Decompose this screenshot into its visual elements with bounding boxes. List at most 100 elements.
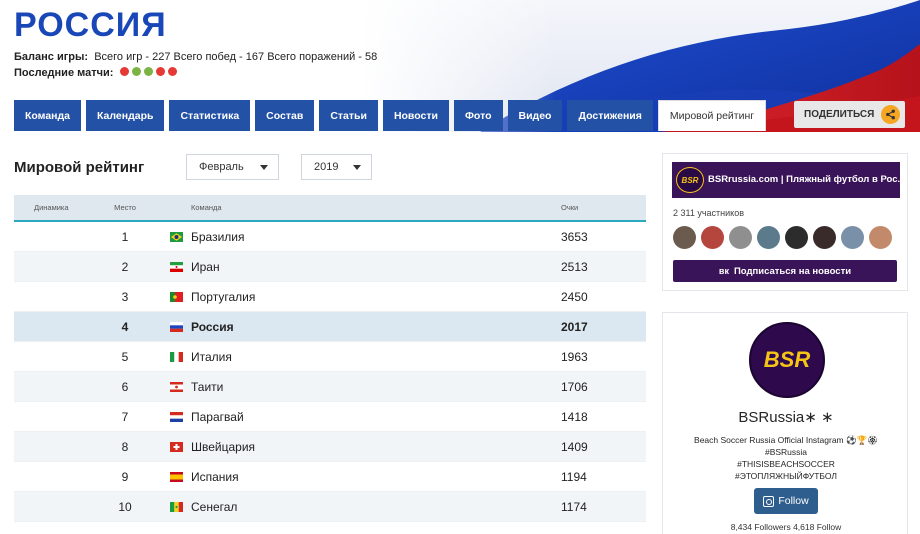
row-points: 2513 <box>561 259 588 274</box>
tab-6[interactable]: Фото <box>453 100 503 131</box>
row-points: 1706 <box>561 379 588 394</box>
row-team[interactable]: Бразилия <box>191 230 561 244</box>
bsr-logo[interactable]: BSR <box>749 322 825 398</box>
instagram-follow-button[interactable]: Follow <box>754 488 818 514</box>
month-select[interactable]: Февраль <box>186 154 279 180</box>
row-place: 7 <box>121 409 129 424</box>
row-team[interactable]: Россия <box>191 320 561 334</box>
avatar[interactable] <box>813 226 836 249</box>
row-team[interactable]: Парагвай <box>191 410 561 424</box>
tab-9[interactable]: Мировой рейтинг <box>657 100 767 131</box>
tab-0[interactable]: Команда <box>14 100 81 131</box>
tab-8[interactable]: Достижения <box>567 100 653 131</box>
team-header: РОССИЯ Баланс игры: Всего игр - 227 Всег… <box>0 0 920 132</box>
table-row[interactable]: 9 Испания 1194 <box>14 462 646 492</box>
row-place: 10 <box>118 499 132 514</box>
last-matches: Последние матчи: <box>14 67 178 79</box>
row-team[interactable]: Таити <box>191 380 561 394</box>
senegal-flag-icon <box>161 501 191 512</box>
year-select[interactable]: 2019 <box>301 154 372 180</box>
share-label: ПОДЕЛИТЬСЯ <box>804 109 875 120</box>
row-place: 4 <box>121 319 129 334</box>
avatar[interactable] <box>785 226 808 249</box>
avatar[interactable] <box>841 226 864 249</box>
game-balance: Баланс игры: Всего игр - 227 Всего побед… <box>14 51 377 63</box>
iran-flag-icon <box>161 261 191 272</box>
row-team[interactable]: Португалия <box>191 290 561 304</box>
vk-member-avatars <box>673 226 892 249</box>
bio-line: Beach Soccer Russia Official Instagram ⚽… <box>694 435 878 445</box>
follow-label: Follow <box>778 495 809 507</box>
vk-subscribe-button[interactable]: вк Подписаться на новости <box>673 260 897 282</box>
match-result-win-dot[interactable] <box>132 67 142 76</box>
avatar[interactable] <box>757 226 780 249</box>
instagram-stats: 8,434 Followers 4,618 Follow <box>730 522 842 532</box>
vk-community-widget: BSR BSRrussia.com | Пляжный футбол в Рос… <box>662 153 908 291</box>
vk-community-banner[interactable]: BSR BSRrussia.com | Пляжный футбол в Рос… <box>672 162 900 198</box>
tab-7[interactable]: Видео <box>507 100 563 131</box>
row-place: 9 <box>121 469 129 484</box>
match-result-win-dot[interactable] <box>144 67 154 76</box>
page-title: РОССИЯ <box>14 6 167 44</box>
match-result-loss-dot[interactable] <box>120 67 130 76</box>
tab-5[interactable]: Новости <box>382 100 449 131</box>
paraguay-flag-icon <box>161 411 191 422</box>
col-place: Место <box>114 203 136 212</box>
table-row[interactable]: 2 Иран 2513 <box>14 252 646 282</box>
avatar[interactable] <box>701 226 724 249</box>
table-row[interactable]: 10 Сенегал 1174 <box>14 492 646 522</box>
vk-subscribe-label: Подписаться на новости <box>733 265 852 277</box>
avatar[interactable] <box>673 226 696 249</box>
tab-1[interactable]: Календарь <box>86 100 165 131</box>
match-result-loss-dot[interactable] <box>156 67 166 76</box>
rating-title: Мировой рейтинг <box>14 159 145 176</box>
col-dynamics: Динамика <box>34 203 69 212</box>
instagram-widget: BSR BSRussia∗ ∗ Beach Soccer Russia Offi… <box>662 312 908 534</box>
spain-flag-icon <box>161 471 191 482</box>
bio-line: #BSRussia <box>764 447 808 457</box>
table-row[interactable]: 5 Италия 1963 <box>14 342 646 372</box>
row-team[interactable]: Швейцария <box>191 440 561 454</box>
avatar[interactable] <box>729 226 752 249</box>
share-button[interactable]: ПОДЕЛИТЬСЯ <box>794 101 905 128</box>
balance-label: Баланс игры: <box>14 51 89 63</box>
table-row[interactable]: 6 Таити 1706 <box>14 372 646 402</box>
bio-line: #ЭТОПЛЯЖНЫЙФУТБОЛ <box>735 471 837 481</box>
row-team[interactable]: Сенегал <box>191 500 561 514</box>
team-tabs: Команда Календарь Статистика Состав Статьи Но… <box>14 100 767 131</box>
row-place: 5 <box>121 349 129 364</box>
match-result-loss-dot[interactable] <box>168 67 178 76</box>
col-team: Команда <box>191 203 222 212</box>
switzerland-flag-icon <box>161 441 191 452</box>
table-row[interactable]: 4 Россия 2017 <box>14 312 646 342</box>
table-row[interactable]: 3 Португалия 2450 <box>14 282 646 312</box>
table-header: Динамика Место Команда Очки <box>14 195 646 222</box>
share-icon <box>881 105 900 124</box>
row-points: 3653 <box>561 229 588 244</box>
row-place: 2 <box>121 259 129 274</box>
vk-community-title: BSRrussia.com | Пляжный футбол в Рос... <box>708 174 900 185</box>
vk-icon: вк <box>718 266 729 276</box>
russia-flag-icon <box>161 321 191 332</box>
instagram-bio: Beach Soccer Russia Official Instagram ⚽… <box>663 434 909 482</box>
instagram-icon <box>763 495 775 507</box>
table-row[interactable]: 1 Бразилия 3653 <box>14 222 646 252</box>
table-row[interactable]: 8 Швейцария 1409 <box>14 432 646 462</box>
balance-text: Всего игр - 227 Всего побед - 167 Всего … <box>94 51 378 63</box>
row-team[interactable]: Испания <box>191 470 561 484</box>
table-row[interactable]: 7 Парагвай 1418 <box>14 402 646 432</box>
bio-line: #THISISBEACHSOCCER <box>737 459 835 469</box>
month-select-value: Февраль <box>199 161 244 173</box>
row-team[interactable]: Италия <box>191 350 561 364</box>
tab-3[interactable]: Состав <box>255 100 315 131</box>
instagram-account-name[interactable]: BSRussia∗ ∗ <box>663 408 909 426</box>
ranking-table: Динамика Место Команда Очки 1 Бразилия 365… <box>14 195 646 522</box>
tab-2[interactable]: Статистика <box>169 100 251 131</box>
avatar[interactable] <box>869 226 892 249</box>
row-points: 1963 <box>561 349 588 364</box>
row-place: 3 <box>121 289 129 304</box>
tab-4[interactable]: Статьи <box>319 100 378 131</box>
col-points: Очки <box>561 203 579 212</box>
row-team[interactable]: Иран <box>191 260 561 274</box>
row-points: 2450 <box>561 289 588 304</box>
